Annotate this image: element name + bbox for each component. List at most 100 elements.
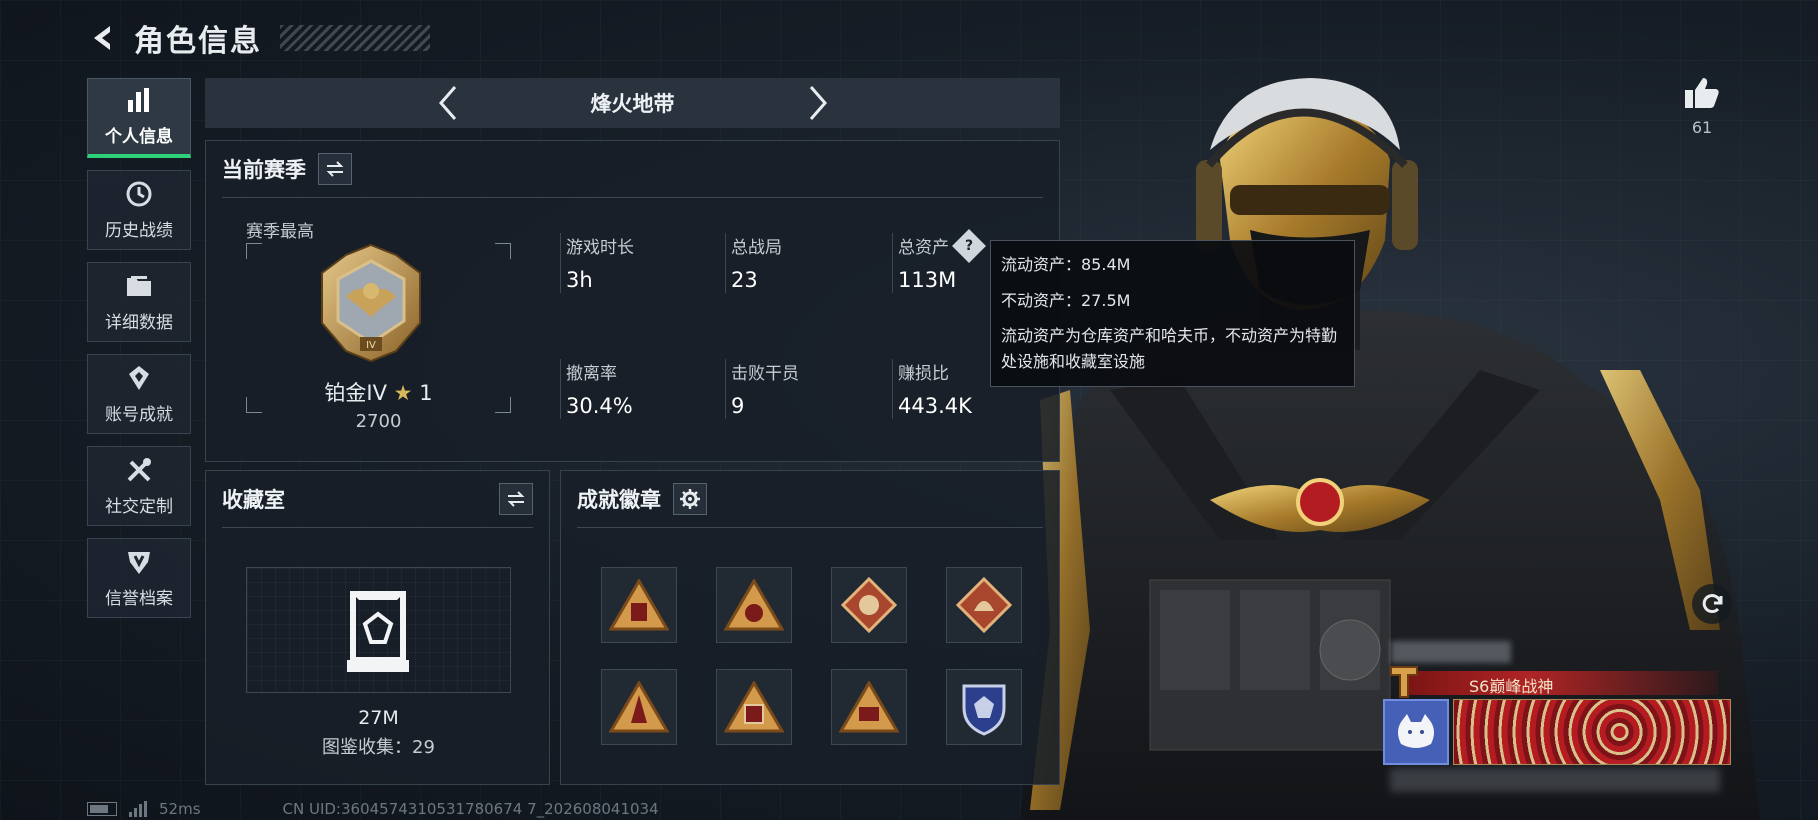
player-card[interactable]: S6巅峰战神 [1383, 637, 1731, 765]
svg-text:IV: IV [366, 340, 376, 351]
sidebar-item-credit[interactable]: 信誉档案 [87, 538, 191, 618]
sidebar-item-personal-info[interactable]: 个人信息 [87, 78, 191, 158]
sidebar-item-label: 历史战绩 [105, 220, 173, 241]
badge-item[interactable] [946, 567, 1022, 643]
badge-item[interactable] [831, 567, 907, 643]
title-decoration [280, 25, 430, 51]
rank-emblem-icon: IV [321, 243, 421, 363]
stat-value: 30.4% [566, 394, 633, 418]
swap-button[interactable] [318, 153, 352, 185]
settings-button[interactable] [673, 483, 707, 515]
display-case-icon [347, 591, 409, 672]
sidebar-item-achievements[interactable]: 账号成就 [87, 354, 191, 434]
page-title: 角色信息 [134, 24, 262, 59]
sidebar-item-detail-data[interactable]: 详细数据 [87, 262, 191, 342]
folder-icon [125, 272, 153, 300]
badge-item[interactable] [716, 669, 792, 745]
signal-icon [129, 801, 147, 817]
triangle-badge-icon [724, 681, 784, 733]
tooltip-liquid: 流动资产：85.4M [1001, 255, 1131, 274]
vault-collection: 图鉴收集：29 [322, 737, 435, 758]
swap-icon [326, 161, 344, 177]
star-icon: ★ [393, 381, 413, 405]
assets-tooltip: 流动资产：85.4M 不动资产：27.5M 流动资产为仓库资产和哈夫币，不动资产… [990, 240, 1355, 387]
map-selector: 烽火地带 [205, 78, 1060, 128]
player-title-bar: S6巅峰战神 [1390, 666, 1718, 698]
sidebar-item-label: 账号成就 [105, 404, 173, 425]
refresh-icon [1702, 594, 1723, 614]
vault-value: 27M [358, 707, 399, 729]
history-clock-icon [125, 180, 153, 208]
back-arrow-icon[interactable] [86, 21, 120, 55]
stat-total-assets: 总资产 ? 113M [898, 228, 986, 292]
sidebar-item-label: 信誉档案 [105, 588, 173, 609]
sidebar-item-social[interactable]: 社交定制 [87, 446, 191, 526]
uid-text: CN UID:3604574310531780674 7_20260804103… [282, 800, 659, 818]
stat-value: 23 [731, 268, 758, 292]
diamond-badge-icon [956, 577, 1012, 633]
shield-icon [125, 548, 153, 576]
badges-panel: 成就徽章 [560, 470, 1060, 785]
chevron-right-icon[interactable] [803, 83, 833, 123]
stat-value: 443.4K [898, 394, 972, 418]
stat-value: 113M [898, 268, 957, 292]
header: 角色信息 [86, 16, 430, 60]
triangle-badge-icon [724, 579, 784, 631]
stat-label: 赚损比 [898, 364, 949, 384]
sidebar-item-history[interactable]: 历史战绩 [87, 170, 191, 250]
tooltip-fixed: 不动资产：27.5M [1001, 291, 1131, 310]
chevron-left-icon[interactable] [433, 83, 463, 123]
help-icon[interactable]: ? [952, 228, 986, 263]
diamond-badge-icon [841, 577, 897, 633]
triangle-badge-icon [609, 579, 669, 631]
badge-item[interactable] [601, 669, 677, 745]
stat-label: 总战局 [731, 238, 782, 258]
likes-count: 61 [1691, 118, 1713, 137]
badge-item[interactable] [831, 669, 907, 745]
battery-icon [87, 802, 117, 816]
triangle-badge-icon [839, 681, 899, 733]
vault-panel[interactable]: 收藏室 27M 图鉴收集：29 [205, 470, 550, 785]
rank-name: 铂金IV ★ 1 [246, 377, 511, 407]
stat-value: 9 [731, 394, 745, 418]
stat-label: 总资产 ? [898, 228, 986, 263]
sidebar-item-label: 详细数据 [105, 312, 173, 333]
tooltip-description: 流动资产为仓库资产和哈夫币，不动资产为特勤处设施和收藏室设施 [1001, 326, 1338, 371]
map-name: 烽火地带 [590, 92, 675, 116]
vault-preview [246, 567, 511, 693]
badge-item[interactable] [946, 669, 1022, 745]
sidebar-item-label: 社交定制 [105, 496, 173, 517]
badge-item[interactable] [601, 567, 677, 643]
title-emblem-icon [1390, 666, 1418, 698]
season-best-label: 赛季最高 [246, 222, 314, 242]
swap-icon [507, 491, 525, 507]
blurred-info [1390, 768, 1720, 792]
season-panel: 当前赛季 赛季最高 IV 铂金IV ★ 1 2700 游戏时长 3h 总战局 2… [205, 140, 1060, 462]
stat-label: 游戏时长 [566, 238, 634, 258]
season-title: 当前赛季 [222, 158, 306, 182]
like-button[interactable]: 61 [1676, 76, 1728, 137]
sidebar: 个人信息 历史战绩 详细数据 账号成就 社交定制 信誉档案 [87, 78, 191, 618]
triangle-badge-icon [609, 681, 669, 733]
police-shield-badge-icon [962, 684, 1006, 736]
stat-play-time: 游戏时长 3h [566, 233, 634, 292]
swap-button[interactable] [499, 483, 533, 515]
player-banner [1453, 699, 1731, 765]
stat-kills: 击败干员 9 [731, 359, 799, 418]
sidebar-item-label: 个人信息 [105, 127, 173, 147]
vault-title: 收藏室 [222, 488, 285, 512]
avatar[interactable] [1383, 699, 1449, 765]
player-name-blurred [1391, 641, 1511, 663]
refresh-button[interactable] [1692, 584, 1732, 624]
tools-icon [125, 456, 153, 484]
thumbs-up-icon [1685, 78, 1719, 108]
badge-item[interactable] [716, 567, 792, 643]
badges-title: 成就徽章 [577, 488, 661, 512]
stat-label: 击败干员 [731, 364, 799, 384]
divider [222, 527, 533, 528]
stat-profit-ratio: 赚损比 443.4K [898, 359, 972, 418]
bar-chart-icon [125, 86, 153, 114]
stat-extract-rate: 撤离率 30.4% [566, 359, 633, 418]
ping-value: 52ms [159, 800, 201, 818]
gear-icon [680, 489, 700, 509]
